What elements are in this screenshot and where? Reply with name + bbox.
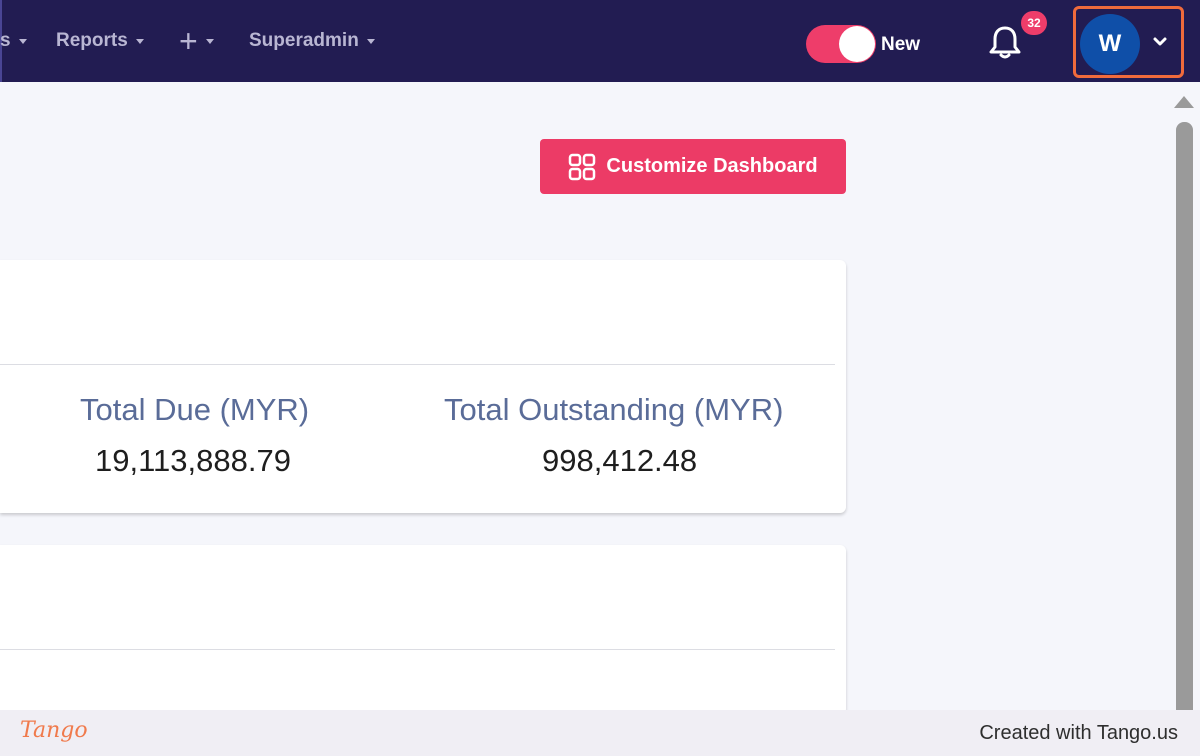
avatar: W <box>1080 14 1140 74</box>
customize-dashboard-label: Customize Dashboard <box>606 155 818 177</box>
scrollbar-thumb[interactable] <box>1176 122 1193 712</box>
notifications-bell-icon[interactable] <box>988 24 1022 60</box>
nav-item-superadmin[interactable]: Superadmin <box>249 28 375 54</box>
total-due-value: 19,113,888.79 <box>95 443 291 478</box>
total-outstanding-label: Total Outstanding (MYR) <box>444 392 784 427</box>
toggle-knob <box>839 26 875 62</box>
nav-item-add[interactable]: + <box>179 23 214 59</box>
nav-item-label: Reports <box>56 30 128 51</box>
nav-item-truncated[interactable]: s <box>0 28 27 54</box>
caret-down-icon <box>18 38 27 44</box>
dashboard-card <box>0 545 846 715</box>
toggle-label: New <box>881 34 921 55</box>
nav-item-label: s <box>0 30 11 51</box>
customize-dashboard-button[interactable]: Customize Dashboard <box>540 139 846 194</box>
grid-icon <box>569 153 596 180</box>
total-due-label: Total Due (MYR) <box>80 392 310 427</box>
notification-count-badge: 32 <box>1021 11 1047 35</box>
card-divider <box>0 364 835 365</box>
created-with-text: Created with Tango.us <box>979 722 1178 744</box>
caret-down-icon <box>205 38 214 44</box>
caret-down-icon <box>135 38 144 44</box>
tango-footer: Tango Created with Tango.us <box>0 710 1200 756</box>
top-nav-bar: s Reports + Superadmin New 32 W <box>0 0 1200 82</box>
caret-down-icon <box>366 38 375 44</box>
card-divider <box>0 649 835 650</box>
scroll-up-arrow-icon[interactable] <box>1174 96 1194 108</box>
user-menu-button[interactable]: W <box>1073 6 1184 78</box>
total-outstanding-value: 998,412.48 <box>542 443 698 478</box>
plus-icon: + <box>179 23 198 59</box>
nav-item-reports[interactable]: Reports <box>56 28 144 54</box>
chevron-down-icon <box>1153 37 1167 46</box>
tango-logo: Tango <box>20 718 88 743</box>
new-ui-toggle[interactable] <box>806 25 876 63</box>
nav-item-label: Superadmin <box>249 30 359 51</box>
